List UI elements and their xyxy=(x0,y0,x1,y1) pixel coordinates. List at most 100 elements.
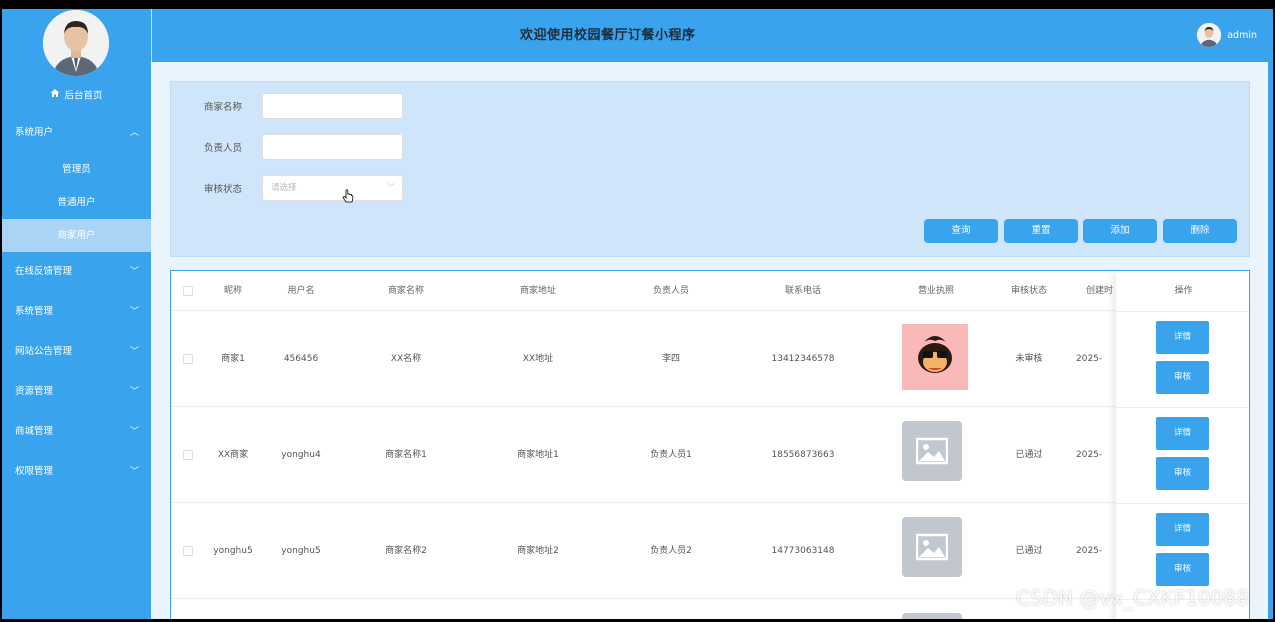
cell-nickname: XX商家 xyxy=(217,450,249,460)
sidebar-home-label: 后台首页 xyxy=(64,90,103,102)
chevron-down-icon: ﹀ xyxy=(129,387,139,397)
sidebar-group-label: 系统管理 xyxy=(15,306,54,317)
audit-button[interactable]: 审核 xyxy=(1156,553,1209,586)
sidebar-group-feedback[interactable]: 在线反馈管理 ﹀ xyxy=(2,252,151,292)
cell-merchant-name: XX名称 xyxy=(390,354,422,364)
top-header: 欢迎使用校园餐厅订餐小程序 admin xyxy=(151,9,1273,62)
table-row: yonghu5 yonghu5 商家名称2 商家地址2 负责人员2 147730… xyxy=(171,503,1249,599)
row-checkbox[interactable] xyxy=(183,450,193,460)
search-panel: 商家名称 负责人员 审核状态 请选择 ﹀ 查询 重置 添加 删除 xyxy=(170,81,1250,257)
sidebar-item-label: 管理员 xyxy=(62,164,91,175)
chevron-down-icon: ﹀ xyxy=(129,267,139,277)
image-placeholder-icon[interactable] xyxy=(902,517,962,577)
avatar xyxy=(1197,23,1222,47)
chevron-down-icon: ﹀ xyxy=(129,427,139,437)
sidebar-item-merchant-users[interactable]: 商家用户 xyxy=(2,219,151,252)
audit-status-select[interactable]: 请选择 ﹀ xyxy=(262,175,403,201)
sidebar-group-announcements[interactable]: 网站公告管理 ﹀ xyxy=(2,332,151,372)
table-row: 商家1 456456 XX名称 XX地址 李四 13412346578 未审核 … xyxy=(171,311,1249,407)
person-input[interactable] xyxy=(262,134,403,160)
screenshot-frame: 后台首页 系统用户 ︿ 管理员 普通用户 商家用户 在线反馈管理 ﹀ 系统管理 … xyxy=(0,0,1275,622)
cell-nickname: 商家1 xyxy=(221,354,245,364)
chevron-down-icon: ﹀ xyxy=(387,183,395,192)
select-placeholder: 请选择 xyxy=(271,183,297,193)
sidebar-item-admin[interactable]: 管理员 xyxy=(2,153,151,186)
audit-status-row: 审核状态 请选择 ﹀ xyxy=(171,175,403,201)
cell-person: 负责人员2 xyxy=(650,546,692,556)
admin-app: 后台首页 系统用户 ︿ 管理员 普通用户 商家用户 在线反馈管理 ﹀ 系统管理 … xyxy=(2,9,1273,619)
cell-phone: 18556873663 xyxy=(771,450,835,460)
actions-column: 操作 详情 审核 详情 审核 详情 审核 xyxy=(1116,271,1249,619)
row-checkbox[interactable] xyxy=(183,546,193,556)
watermark-text: CSDN @vx_CXKF10088 xyxy=(1016,586,1249,610)
merchant-name-row: 商家名称 xyxy=(171,93,403,119)
cell-username: yonghu5 xyxy=(281,546,321,556)
image-placeholder-icon[interactable] xyxy=(902,421,962,481)
detail-button[interactable]: 详情 xyxy=(1156,321,1209,354)
cell-audit-status: 已通过 xyxy=(1015,450,1043,460)
cell-username: 456456 xyxy=(283,354,319,364)
audit-button[interactable]: 审核 xyxy=(1156,457,1209,490)
col-merchant-address: 商家地址 xyxy=(519,286,556,296)
add-button[interactable]: 添加 xyxy=(1083,219,1157,243)
cell-merchant-name: 商家名称2 xyxy=(385,546,427,556)
sidebar-home[interactable]: 后台首页 xyxy=(2,87,151,105)
scrollbar[interactable] xyxy=(1268,62,1273,619)
sidebar-item-label: 普通用户 xyxy=(57,197,96,208)
chevron-down-icon: ﹀ xyxy=(129,467,139,477)
username: admin xyxy=(1227,29,1257,41)
merchant-name-label: 商家名称 xyxy=(203,102,242,113)
chevron-up-icon: ︿ xyxy=(129,128,139,138)
cell-merchant-address: 商家地址2 xyxy=(517,546,559,556)
sidebar: 后台首页 系统用户 ︿ 管理员 普通用户 商家用户 在线反馈管理 ﹀ 系统管理 … xyxy=(2,9,151,619)
sidebar-group-mall[interactable]: 商城管理 ﹀ xyxy=(2,412,151,452)
audit-status-label: 审核状态 xyxy=(203,184,242,195)
sidebar-group-resources[interactable]: 资源管理 ﹀ xyxy=(2,372,151,412)
col-audit-status: 审核状态 xyxy=(1010,286,1047,296)
col-actions: 操作 xyxy=(1174,286,1193,296)
image-placeholder-icon xyxy=(902,613,962,619)
admin-avatar xyxy=(43,10,109,76)
sidebar-group-label: 在线反馈管理 xyxy=(15,266,73,277)
sidebar-group-system-management[interactable]: 系统管理 ﹀ xyxy=(2,292,151,332)
col-person: 负责人员 xyxy=(652,286,689,296)
sidebar-group-label: 资源管理 xyxy=(15,386,54,397)
sidebar-group-permissions[interactable]: 权限管理 ﹀ xyxy=(2,452,151,492)
cell-merchant-address: 商家地址1 xyxy=(517,450,559,460)
sidebar-group-label: 商城管理 xyxy=(15,426,54,437)
select-all-checkbox[interactable] xyxy=(183,286,193,296)
detail-button[interactable]: 详情 xyxy=(1156,417,1209,450)
col-username: 用户名 xyxy=(287,286,315,296)
cell-phone: 13412346578 xyxy=(771,354,835,364)
person-row: 负责人员 xyxy=(171,134,403,160)
merchant-name-input[interactable] xyxy=(262,93,403,119)
sidebar-group-system-users[interactable]: 系统用户 ︿ xyxy=(2,113,151,153)
sidebar-item-normal-users[interactable]: 普通用户 xyxy=(2,186,151,219)
reset-button[interactable]: 重置 xyxy=(1004,219,1078,243)
delete-button[interactable]: 删除 xyxy=(1163,219,1237,243)
person-label: 负责人员 xyxy=(203,143,242,154)
license-image-cartoon[interactable] xyxy=(902,324,968,390)
cell-audit-status: 未审核 xyxy=(1015,354,1043,364)
cell-person: 李四 xyxy=(661,354,680,364)
detail-button[interactable]: 详情 xyxy=(1156,513,1209,546)
col-license: 营业执照 xyxy=(917,286,954,296)
cell-nickname: yonghu5 xyxy=(213,546,253,556)
sidebar-group-label: 系统用户 xyxy=(15,127,54,138)
sidebar-item-label: 商家用户 xyxy=(57,230,96,241)
col-merchant-name: 商家名称 xyxy=(387,286,424,296)
cell-merchant-name: 商家名称1 xyxy=(385,450,427,460)
col-phone: 联系电话 xyxy=(784,286,821,296)
query-button[interactable]: 查询 xyxy=(924,219,998,243)
table-row: XX商家 yonghu4 商家名称1 商家地址1 负责人员1 185568736… xyxy=(171,407,1249,503)
mouse-cursor-icon xyxy=(342,189,354,209)
audit-button[interactable]: 审核 xyxy=(1156,361,1209,394)
col-nickname: 昵称 xyxy=(223,286,242,296)
cell-merchant-address: XX地址 xyxy=(522,354,554,364)
cell-created: 2025-02- xyxy=(1076,546,1103,556)
user-menu[interactable]: admin xyxy=(1197,23,1257,47)
row-checkbox[interactable] xyxy=(183,354,193,364)
cell-person: 负责人员1 xyxy=(650,450,692,460)
sidebar-group-label: 网站公告管理 xyxy=(15,346,73,357)
sidebar-group-label: 权限管理 xyxy=(15,466,54,477)
